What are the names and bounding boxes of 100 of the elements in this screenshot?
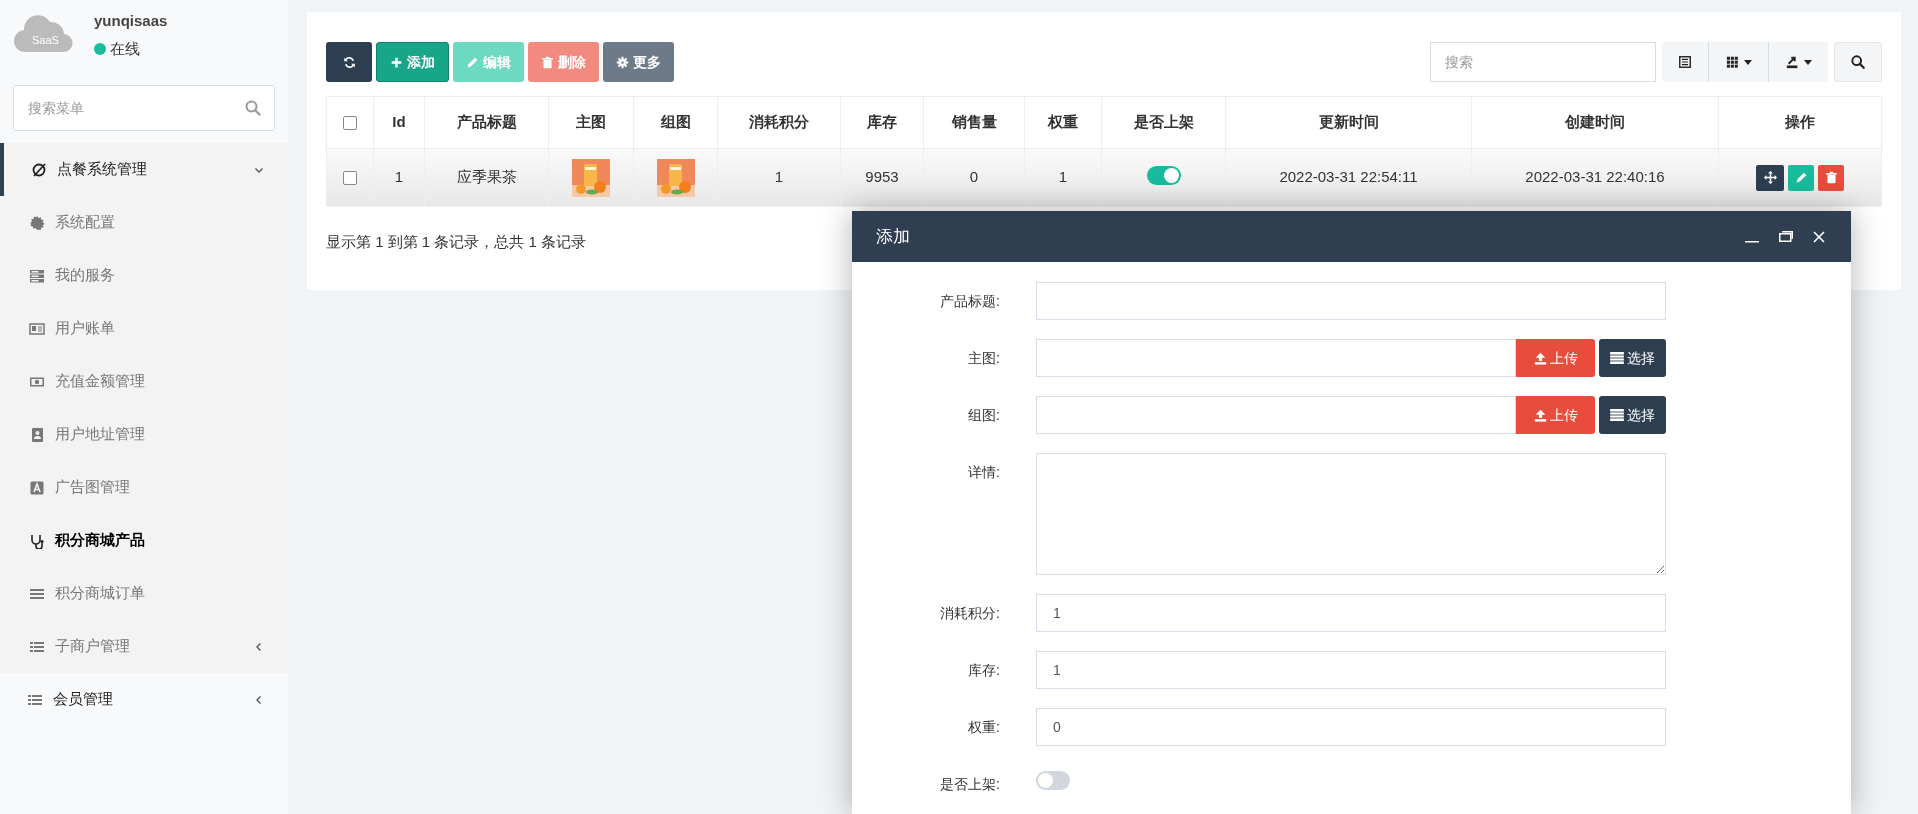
menu-item[interactable]: 点餐系统管理 [0, 143, 288, 196]
submenu-item[interactable]: 子商户管理 [0, 620, 288, 673]
pencil-icon [466, 55, 479, 69]
upload-icon [1533, 351, 1547, 365]
refresh-button[interactable] [326, 42, 372, 82]
upload-button[interactable]: 上传 [1516, 396, 1595, 434]
caret-down-icon [1803, 59, 1812, 65]
table-cell: 0 [923, 148, 1025, 207]
pagination-info: 显示第 1 到第 1 条记录，总共 1 条记录 [326, 232, 587, 252]
minimize-icon [1745, 240, 1759, 244]
submenu-item[interactable]: 广告图管理 [0, 461, 288, 514]
field-label: 主图: [967, 349, 1000, 368]
search-button[interactable] [1834, 42, 1882, 82]
submenu-item[interactable]: 积分商城产品 [0, 514, 288, 567]
toggle-switch[interactable] [1036, 771, 1070, 790]
table-view-button[interactable] [1662, 42, 1708, 82]
column-header: 组图 [633, 96, 718, 149]
menu-item[interactable]: 会员管理 [0, 673, 288, 726]
stethoscope-icon [29, 532, 45, 549]
column-header: 消耗积分 [717, 96, 841, 149]
submenu-item[interactable]: 积分商城订单 [0, 567, 288, 620]
maximize-button[interactable] [1779, 229, 1793, 244]
drag-button[interactable] [1756, 164, 1784, 191]
submenu-item[interactable]: 我的服务 [0, 249, 288, 302]
upload-button[interactable]: 上传 [1516, 339, 1595, 377]
submenu-item[interactable]: 系统配置 [0, 196, 288, 249]
table-cell: 1 [717, 148, 841, 207]
field-label: 消耗积分: [939, 604, 1000, 623]
column-header: 操作 [1718, 96, 1882, 149]
column-header: 库存 [840, 96, 924, 149]
close-icon [1813, 230, 1825, 243]
textarea-field[interactable] [1036, 453, 1666, 575]
choose-button[interactable]: 选择 [1599, 339, 1666, 377]
trash-icon [541, 55, 554, 69]
input-field[interactable] [1036, 396, 1516, 434]
trash-icon [1824, 171, 1838, 184]
submenu-item[interactable]: 用户账单 [0, 302, 288, 355]
column-header: 产品标题 [424, 96, 549, 149]
chevron-left-icon [254, 641, 264, 652]
table-cell: 9953 [840, 148, 924, 207]
refresh-icon [342, 55, 356, 69]
search-icon [1851, 55, 1865, 69]
input-field[interactable] [1036, 282, 1666, 320]
add-button[interactable]: 添加 [376, 42, 449, 82]
logo-text: SaaS [32, 34, 59, 46]
field-label: 权重: [967, 718, 1000, 737]
gear-icon [616, 55, 629, 69]
search-field[interactable]: 搜索 [1430, 42, 1656, 82]
submenu-item[interactable]: 充值金额管理 [0, 355, 288, 408]
column-header: 更新时间 [1225, 96, 1472, 149]
letter-box-icon [29, 479, 45, 496]
input-field[interactable]: 1 [1036, 594, 1666, 632]
gear-icon [29, 214, 45, 231]
plus-icon [390, 55, 403, 69]
cloud-logo-icon [14, 12, 74, 54]
field-label: 组图: [967, 406, 1000, 425]
delete-button[interactable] [1818, 164, 1844, 191]
submenu-item[interactable]: 用户地址管理 [0, 408, 288, 461]
move-icon [1763, 171, 1777, 184]
caret-down-icon [1743, 59, 1752, 65]
field-label: 产品标题: [939, 292, 1000, 311]
checkbox[interactable] [343, 171, 357, 186]
status-text: 在线 [110, 39, 140, 59]
input-field[interactable]: 1 [1036, 651, 1666, 689]
table-cell: 1 [373, 148, 425, 207]
field-label: 是否上架: [939, 775, 1000, 794]
column-header: 创建时间 [1471, 96, 1719, 149]
more-button[interactable]: 更多 [603, 42, 674, 82]
checkbox[interactable] [343, 116, 357, 131]
maximize-icon [1779, 231, 1793, 242]
export-button[interactable] [1768, 42, 1828, 82]
id-card-icon [29, 320, 45, 337]
table-cell: 2022-03-31 22:54:11 [1225, 148, 1472, 207]
column-header: 主图 [548, 96, 634, 149]
list-icon [1610, 409, 1624, 421]
grid-icon [1725, 55, 1740, 69]
circle-slash-icon [31, 161, 47, 178]
list-icon [1610, 352, 1624, 364]
table-icon [1678, 55, 1692, 69]
columns-button[interactable] [1708, 42, 1768, 82]
field-label: 库存: [967, 661, 1000, 680]
input-field[interactable] [1036, 339, 1516, 377]
user-name: yunqisaas [94, 12, 168, 30]
search-icon [245, 100, 261, 116]
table-cell: 2022-03-31 22:40:16 [1471, 148, 1719, 207]
close-button[interactable] [1813, 229, 1827, 244]
dialog-title: 添加 [876, 225, 910, 248]
column-header: 销售量 [923, 96, 1025, 149]
contact-card-icon [29, 426, 45, 443]
column-header: 权重 [1024, 96, 1102, 149]
server-icon [29, 267, 45, 284]
field-label: 详情: [967, 463, 1000, 482]
column-header: Id [373, 96, 425, 149]
search-field[interactable]: 搜索菜单 [13, 85, 275, 131]
toggle-switch[interactable] [1146, 165, 1181, 185]
input-field[interactable]: 0 [1036, 708, 1666, 746]
column-header: 是否上架 [1101, 96, 1226, 149]
table-cell: 应季果茶 [424, 148, 549, 207]
choose-button[interactable]: 选择 [1599, 396, 1666, 434]
table-cell: 1 [1024, 148, 1102, 207]
